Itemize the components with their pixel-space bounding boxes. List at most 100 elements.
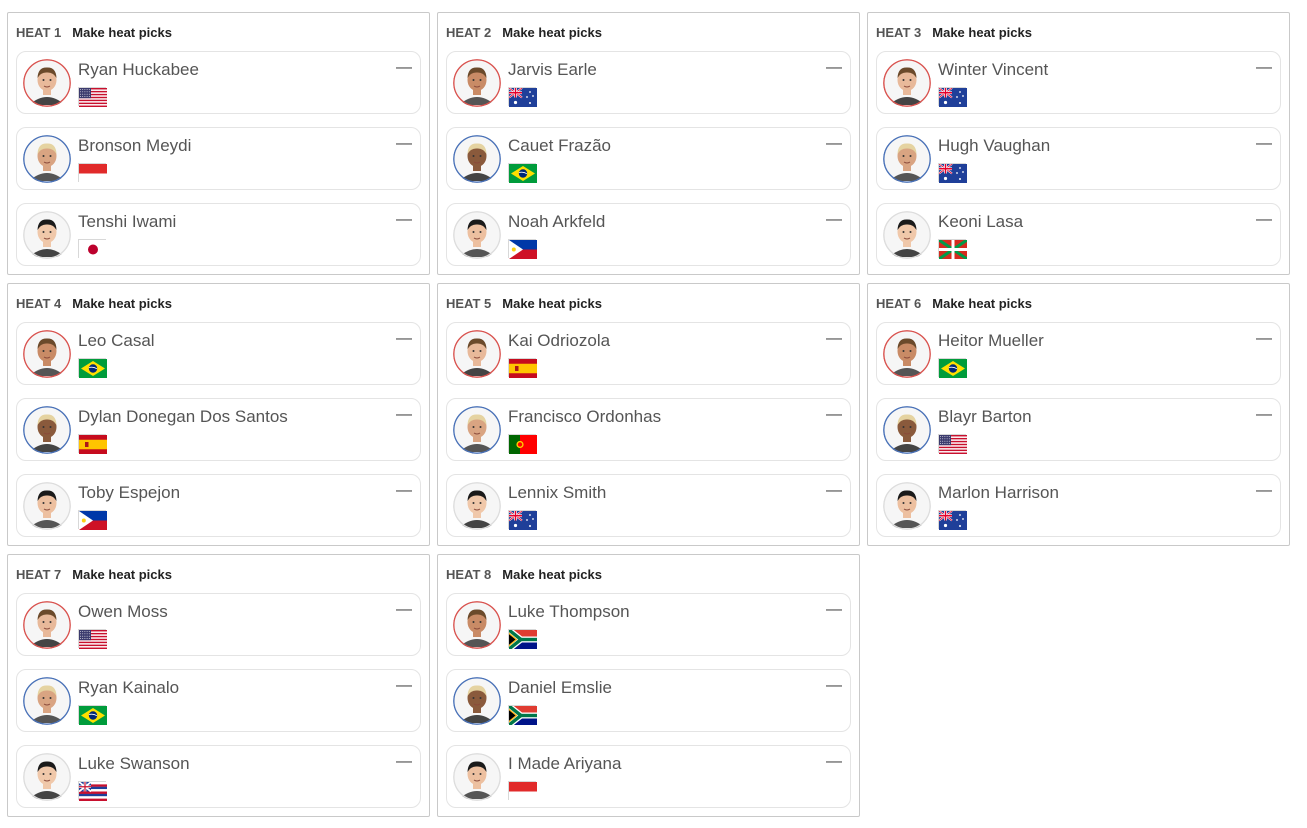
flag-usa-icon xyxy=(78,87,107,107)
surfer-card[interactable]: Jarvis Earle — xyxy=(446,51,851,114)
surfer-card[interactable]: Heitor Mueller — xyxy=(876,322,1281,385)
surfer-score: — xyxy=(396,406,412,423)
surfer-score: — xyxy=(396,59,412,76)
surfer-avatar xyxy=(453,330,501,378)
flag-brazil-icon xyxy=(78,358,107,378)
surfer-name: Noah Arkfeld xyxy=(508,212,606,231)
heat-card: HEAT 8 Make heat picks Luke Thompson — D… xyxy=(437,554,860,817)
surfer-score: — xyxy=(1256,59,1272,76)
surfer-score: — xyxy=(826,677,842,694)
surfer-card[interactable]: Keoni Lasa — xyxy=(876,203,1281,266)
flag-usa-icon xyxy=(78,629,107,649)
surfer-card[interactable]: Winter Vincent — xyxy=(876,51,1281,114)
surfer-card[interactable]: Toby Espejon — xyxy=(16,474,421,537)
surfer-avatar xyxy=(883,59,931,107)
flag-brazil-icon xyxy=(78,705,107,725)
surfer-avatar xyxy=(23,677,71,725)
surfer-score: — xyxy=(1256,482,1272,499)
make-heat-picks-link[interactable]: Make heat picks xyxy=(502,567,602,582)
make-heat-picks-link[interactable]: Make heat picks xyxy=(72,25,172,40)
flag-portugal-icon xyxy=(508,434,537,454)
surfer-score: — xyxy=(396,135,412,152)
make-heat-picks-link[interactable]: Make heat picks xyxy=(932,296,1032,311)
heat-card: HEAT 2 Make heat picks Jarvis Earle — Ca… xyxy=(437,12,860,275)
surfer-score: — xyxy=(396,330,412,347)
make-heat-picks-link[interactable]: Make heat picks xyxy=(502,25,602,40)
surfer-avatar xyxy=(23,59,71,107)
surfer-name: Luke Thompson xyxy=(508,602,630,621)
surfer-card[interactable]: I Made Ariyana — xyxy=(446,745,851,808)
heat-header: HEAT 2 Make heat picks xyxy=(446,13,851,51)
heat-header: HEAT 5 Make heat picks xyxy=(446,284,851,322)
surfer-name: Kai Odriozola xyxy=(508,331,611,350)
surfer-card[interactable]: Hugh Vaughan — xyxy=(876,127,1281,190)
flag-japan-icon xyxy=(78,239,107,259)
surfer-avatar xyxy=(23,482,71,530)
surfer-name: Hugh Vaughan xyxy=(938,136,1051,155)
surfer-card[interactable]: Ryan Kainalo — xyxy=(16,669,421,732)
flag-usa-icon xyxy=(938,434,967,454)
surfer-score: — xyxy=(1256,330,1272,347)
surfer-card[interactable]: Lennix Smith — xyxy=(446,474,851,537)
flag-brazil-icon xyxy=(508,163,537,183)
surfer-name: Bronson Meydi xyxy=(78,136,192,155)
flag-basque-icon xyxy=(938,238,968,261)
surfer-avatar xyxy=(453,677,501,725)
surfer-avatar xyxy=(883,135,931,183)
surfer-card[interactable]: Daniel Emslie — xyxy=(446,669,851,732)
surfer-card[interactable]: Kai Odriozola — xyxy=(446,322,851,385)
surfer-name: Keoni Lasa xyxy=(938,212,1024,231)
heat-header: HEAT 7 Make heat picks xyxy=(16,555,421,593)
heat-label: HEAT 5 xyxy=(446,295,492,311)
surfer-card[interactable]: Luke Swanson — xyxy=(16,745,421,808)
flag-south-africa-icon xyxy=(507,627,537,652)
surfer-avatar xyxy=(883,482,931,530)
surfer-score: — xyxy=(396,211,412,228)
surfer-score: — xyxy=(396,677,412,694)
make-heat-picks-link[interactable]: Make heat picks xyxy=(932,25,1032,40)
surfer-card[interactable]: Owen Moss — xyxy=(16,593,421,656)
surfer-score: — xyxy=(826,330,842,347)
surfer-score: — xyxy=(396,601,412,618)
surfer-score: — xyxy=(1256,211,1272,228)
surfer-card[interactable]: Ryan Huckabee — xyxy=(16,51,421,114)
surfer-name: I Made Ariyana xyxy=(508,754,622,773)
flag-australia-icon xyxy=(938,510,967,530)
surfer-score: — xyxy=(826,406,842,423)
flag-hawaii-icon xyxy=(78,781,107,802)
surfer-card[interactable]: Cauet Frazão — xyxy=(446,127,851,190)
surfer-card[interactable]: Noah Arkfeld — xyxy=(446,203,851,266)
heat-card: HEAT 3 Make heat picks Winter Vincent — … xyxy=(867,12,1290,275)
surfer-avatar xyxy=(453,59,501,107)
surfer-card[interactable]: Bronson Meydi — xyxy=(16,127,421,190)
surfer-name: Owen Moss xyxy=(78,602,168,621)
surfer-avatar xyxy=(23,330,71,378)
surfer-card[interactable]: Francisco Ordonhas — xyxy=(446,398,851,461)
make-heat-picks-link[interactable]: Make heat picks xyxy=(72,567,172,582)
surfer-avatar xyxy=(23,135,71,183)
surfer-name: Luke Swanson xyxy=(78,754,190,773)
make-heat-picks-link[interactable]: Make heat picks xyxy=(72,296,172,311)
flag-indonesia-icon xyxy=(508,781,537,801)
surfer-card[interactable]: Marlon Harrison — xyxy=(876,474,1281,537)
surfer-score: — xyxy=(826,482,842,499)
surfer-name: Dylan Donegan Dos Santos xyxy=(78,407,288,426)
heat-label: HEAT 1 xyxy=(16,24,62,40)
surfer-avatar xyxy=(453,482,501,530)
surfer-score: — xyxy=(826,211,842,228)
surfer-name: Tenshi Iwami xyxy=(78,212,177,231)
surfer-name: Blayr Barton xyxy=(938,407,1032,426)
surfer-card[interactable]: Dylan Donegan Dos Santos — xyxy=(16,398,421,461)
heat-card: HEAT 4 Make heat picks Leo Casal — Dylan … xyxy=(7,283,430,546)
surfer-avatar xyxy=(23,601,71,649)
surfer-card[interactable]: Blayr Barton — xyxy=(876,398,1281,461)
heat-header: HEAT 3 Make heat picks xyxy=(876,13,1281,51)
make-heat-picks-link[interactable]: Make heat picks xyxy=(502,296,602,311)
surfer-score: — xyxy=(396,482,412,499)
surfer-name: Ryan Huckabee xyxy=(78,60,199,79)
surfer-card[interactable]: Tenshi Iwami — xyxy=(16,203,421,266)
surfer-card[interactable]: Luke Thompson — xyxy=(446,593,851,656)
surfer-avatar xyxy=(453,753,501,801)
surfer-card[interactable]: Leo Casal — xyxy=(16,322,421,385)
heat-label: HEAT 2 xyxy=(446,24,492,40)
